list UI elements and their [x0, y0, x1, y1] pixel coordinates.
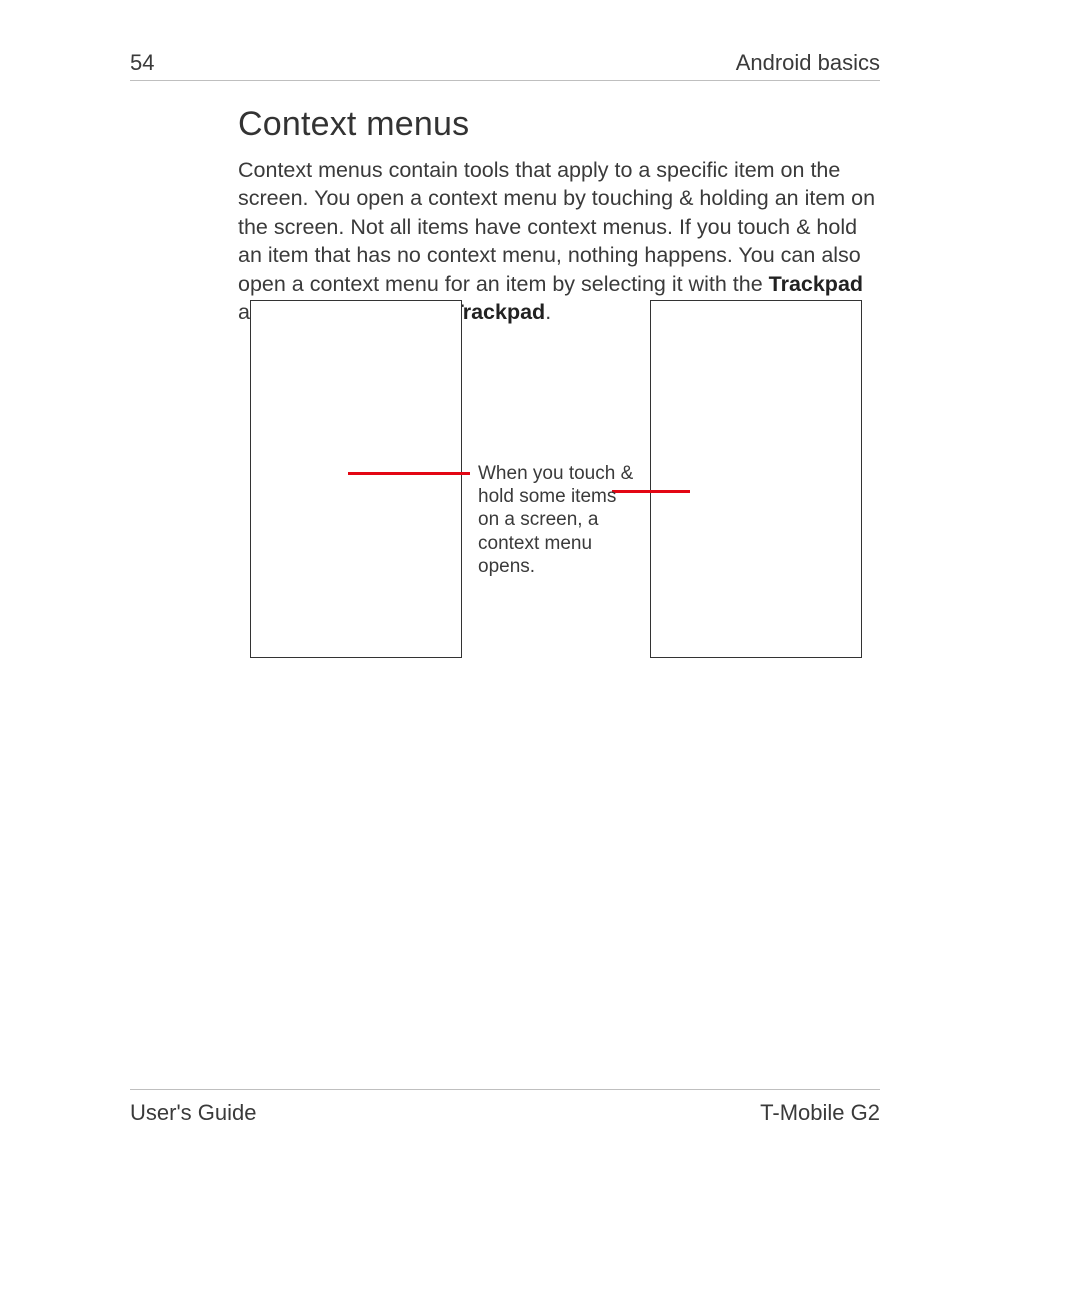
figure: When you touch & hold some items on a sc…	[250, 300, 880, 660]
page-footer: User's Guide T-Mobile G2	[130, 1089, 880, 1126]
chapter-title: Android basics	[736, 50, 880, 76]
phone-screen-left	[250, 300, 462, 658]
page-header: 54 Android basics	[130, 50, 880, 76]
figure-callout-text: When you touch & hold some items on a sc…	[478, 462, 638, 578]
header-divider	[130, 80, 880, 81]
phone-screen-right	[650, 300, 862, 658]
footer-left: User's Guide	[130, 1100, 256, 1126]
footer-divider	[130, 1089, 880, 1090]
section-heading: Context menus	[238, 105, 880, 144]
document-page: 54 Android basics Context menus Context …	[0, 0, 1080, 1296]
footer-right: T-Mobile G2	[760, 1100, 880, 1126]
page-number: 54	[130, 50, 154, 76]
callout-leader-left	[348, 472, 470, 475]
bold-trackpad-1: Trackpad	[769, 272, 863, 296]
